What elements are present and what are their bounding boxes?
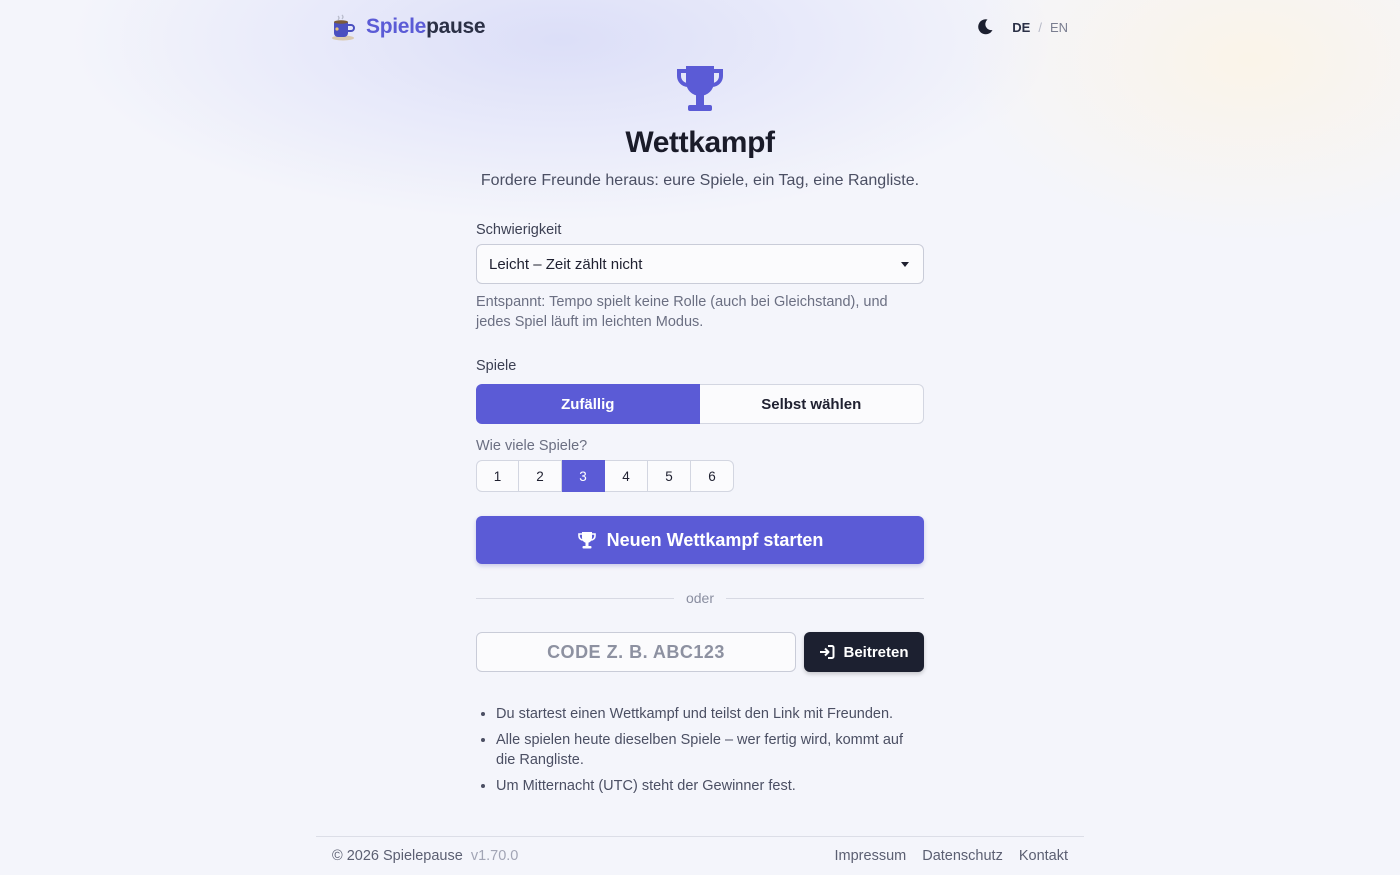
- join-code-input[interactable]: [476, 632, 796, 672]
- start-competition-button[interactable]: Neuen Wettkampf starten: [476, 516, 924, 564]
- version-text: v1.70.0: [470, 848, 519, 864]
- page-subtitle: Fordere Freunde heraus: eure Spiele, ein…: [480, 172, 920, 189]
- count-option-5[interactable]: 5: [648, 460, 691, 492]
- moon-icon: [978, 19, 993, 35]
- difficulty-hint: Entspannt: Tempo spielt keine Rolle (auc…: [476, 294, 888, 330]
- info-item: Du startest einen Wettkampf und teilst d…: [496, 704, 924, 724]
- mode-choose-button[interactable]: Selbst wählen: [699, 384, 924, 424]
- mode-random-button[interactable]: Zufällig: [476, 384, 700, 424]
- footer-link-kontakt[interactable]: Kontakt: [1019, 848, 1068, 864]
- difficulty-select[interactable]: Leicht – Zeit zählt nicht: [476, 244, 924, 284]
- count-option-6[interactable]: 6: [691, 460, 734, 492]
- difficulty-selected-value: Leicht – Zeit zählt nicht: [489, 255, 643, 273]
- start-competition-label: Neuen Wettkampf starten: [606, 529, 824, 550]
- join-button[interactable]: Beitreten: [804, 632, 924, 672]
- games-mode-toggle: Zufällig Selbst wählen: [476, 384, 924, 424]
- trophy-icon: [677, 66, 723, 111]
- divider-text: oder: [685, 590, 715, 606]
- header-controls: DE / EN: [974, 16, 1068, 38]
- language-switcher: DE / EN: [1012, 20, 1068, 35]
- info-item: Alle spielen heute dieselben Spiele – we…: [496, 730, 924, 770]
- lang-de-link[interactable]: DE: [1012, 20, 1030, 35]
- copyright-text: © 2026 Spielepause: [332, 848, 463, 864]
- info-list: Du startest einen Wettkampf und teilst d…: [496, 704, 924, 802]
- games-label: Spiele: [476, 358, 517, 374]
- game-count-selector: 1 2 3 4 5 6: [476, 460, 734, 492]
- count-option-3[interactable]: 3: [562, 460, 605, 492]
- theme-toggle-button[interactable]: [974, 16, 996, 38]
- competition-form: Wettkampf Fordere Freunde heraus: eure S…: [476, 62, 924, 794]
- lang-separator: /: [1038, 19, 1042, 35]
- coffee-mug-icon: [332, 14, 355, 41]
- count-option-4[interactable]: 4: [605, 460, 648, 492]
- hero-icon-wrap: [476, 62, 924, 116]
- count-option-1[interactable]: 1: [476, 460, 519, 492]
- footer-left: © 2026 Spielepause v1.70.0: [332, 848, 518, 864]
- divider-line-left: [476, 597, 674, 599]
- site-footer: © 2026 Spielepause v1.70.0 Impressum Dat…: [316, 836, 1084, 875]
- brand-link[interactable]: Spielepause: [328, 12, 486, 42]
- info-item: Um Mitternacht (UTC) steht der Gewinner …: [496, 776, 924, 796]
- difficulty-label: Schwierigkeit: [476, 222, 562, 238]
- brand-name-part2: pause: [426, 15, 486, 38]
- count-option-2[interactable]: 2: [519, 460, 562, 492]
- join-button-label: Beitreten: [843, 643, 909, 661]
- brand-name-part1: Spiele: [366, 15, 427, 38]
- trophy-icon: [577, 532, 596, 549]
- brand-name: Spielepause: [366, 15, 486, 39]
- game-count-label: Wie viele Spiele?: [476, 438, 588, 454]
- page-title: Wettkampf: [625, 126, 775, 159]
- sign-in-icon: [820, 645, 835, 659]
- caret-down-icon: [901, 261, 909, 267]
- footer-link-impressum[interactable]: Impressum: [835, 848, 907, 864]
- lang-en-link[interactable]: EN: [1050, 20, 1068, 35]
- footer-links: Impressum Datenschutz Kontakt: [835, 848, 1069, 864]
- or-divider: oder: [476, 590, 924, 606]
- footer-link-datenschutz[interactable]: Datenschutz: [922, 848, 1003, 864]
- site-header: Spielepause DE / EN: [316, 0, 1084, 54]
- divider-line-right: [726, 597, 924, 599]
